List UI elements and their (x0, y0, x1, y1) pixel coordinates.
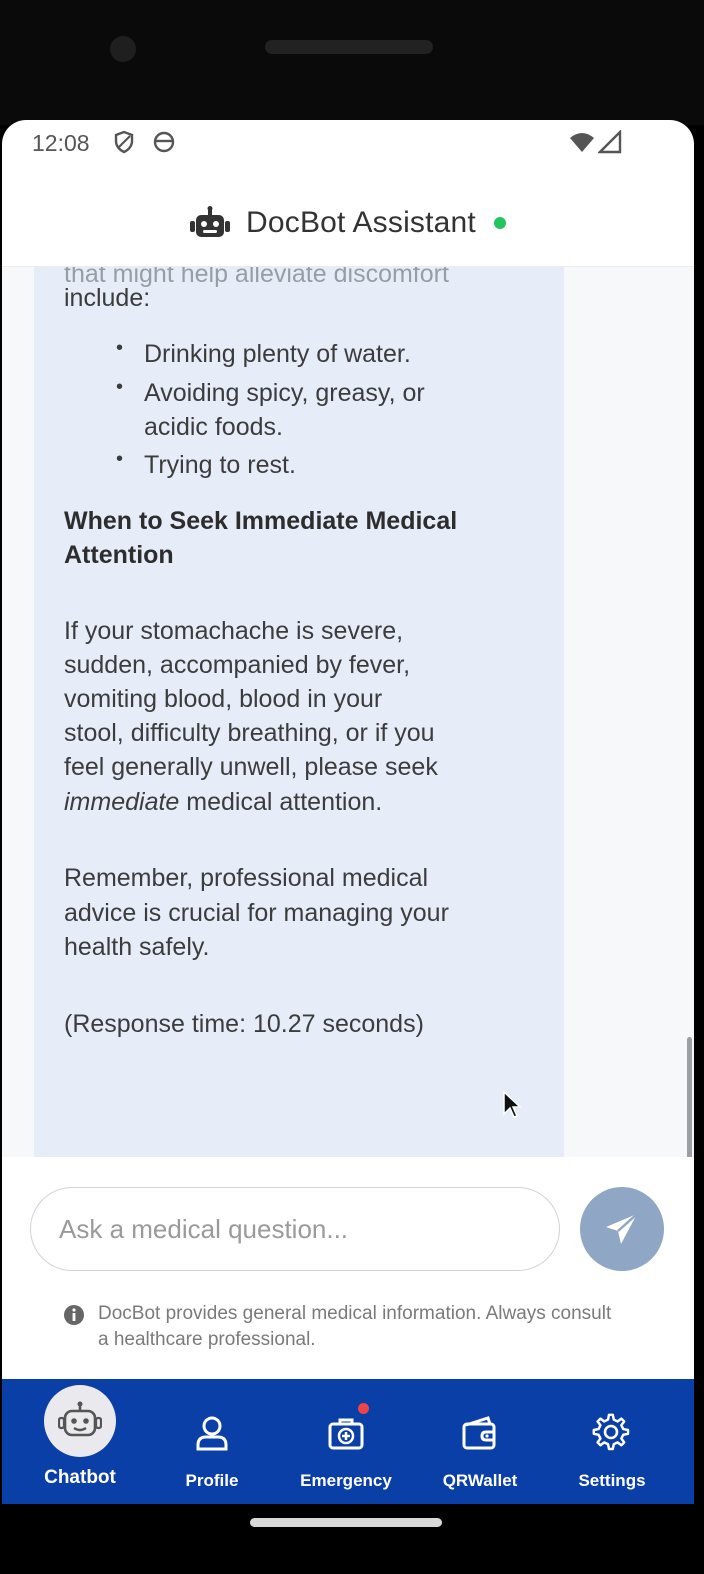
notification-badge (358, 1403, 369, 1414)
nav-chatbot[interactable]: Chatbot (20, 1379, 140, 1504)
nav-label: Emergency (300, 1471, 392, 1490)
robot-icon (190, 206, 230, 237)
privacy-icon (153, 131, 175, 153)
status-bar: 12:08 (2, 120, 694, 164)
paragraph-line: sudden, accompanied by fever, (64, 651, 411, 679)
user-icon (196, 1416, 228, 1451)
scrollbar-thumb[interactable] (687, 1037, 692, 1157)
nav-label: Settings (578, 1471, 646, 1490)
info-icon (64, 1305, 84, 1325)
online-status-dot (493, 217, 506, 229)
bullet-dot: • (116, 337, 124, 359)
phone-screen: 12:08 DocBot Assistant that might help a… (2, 120, 694, 1504)
list-item: Avoiding spicy, greasy, or (144, 379, 425, 407)
nav-profile[interactable]: Profile (152, 1379, 272, 1504)
bullet-dot: • (116, 448, 124, 470)
bullet-dot: • (116, 376, 124, 398)
list-item: Drinking plenty of water. (144, 340, 411, 368)
device-bezel (0, 0, 704, 125)
paragraph-line: health safely. (64, 933, 210, 961)
paragraph-text: medical attention. (179, 788, 383, 816)
question-input[interactable] (30, 1187, 560, 1271)
nav-label: QRWallet (442, 1471, 518, 1490)
paragraph-line: immediate medical attention. (64, 785, 382, 819)
mouse-cursor-icon (503, 1090, 522, 1118)
nav-emergency[interactable]: Emergency (286, 1379, 406, 1504)
nav-label: Profile (185, 1471, 239, 1490)
nav-settings[interactable]: Settings (552, 1379, 672, 1504)
disclaimer-text: DocBot provides general medical informat… (98, 1303, 612, 1350)
active-indicator (44, 1385, 116, 1457)
nav-qrwallet[interactable]: QRWallet (420, 1379, 540, 1504)
section-heading: When to Seek Immediate Medical (64, 507, 458, 535)
list-item-continued: acidic foods. (144, 413, 283, 441)
nav-label: Chatbot (44, 1467, 116, 1488)
message-text: include: (64, 284, 151, 312)
app-header: DocBot Assistant (2, 180, 694, 267)
paragraph-line: If your stomachache is severe, (64, 617, 404, 645)
front-camera (110, 36, 136, 62)
first-aid-kit-icon (328, 1418, 364, 1450)
gear-icon (592, 1413, 630, 1451)
status-time: 12:08 (32, 130, 90, 156)
paragraph-line: stool, difficulty breathing, or if you (64, 719, 435, 747)
robot-icon (58, 1401, 102, 1437)
list-item: Trying to rest. (144, 451, 296, 479)
send-icon (606, 1213, 638, 1244)
page-title: DocBot Assistant (246, 206, 476, 239)
composer: DocBot provides general medical informat… (2, 1157, 694, 1379)
shield-icon (114, 130, 134, 154)
emphasis-text: immediate (64, 788, 180, 816)
paragraph-line: vomiting blood, blood in your (64, 685, 383, 713)
disclaimer: DocBot provides general medical informat… (64, 1301, 624, 1353)
signal-icon (598, 130, 622, 154)
paragraph-line: advice is crucial for managing your (64, 899, 449, 927)
bot-message-bubble: that might help alleviate discomfort inc… (34, 267, 564, 1157)
earpiece-speaker (265, 40, 433, 54)
section-heading: Attention (64, 541, 174, 569)
chat-messages[interactable]: that might help alleviate discomfort inc… (2, 267, 694, 1157)
send-button[interactable] (580, 1187, 664, 1271)
wallet-icon (462, 1416, 496, 1450)
wifi-icon (570, 133, 594, 152)
paragraph-line: feel generally unwell, please seek (64, 753, 438, 781)
response-time: (Response time: 10.27 seconds) (64, 1010, 424, 1038)
home-indicator[interactable] (250, 1518, 442, 1527)
bottom-navigation: Chatbot Profile Emergency QRWallet Setti… (2, 1379, 694, 1504)
paragraph-line: Remember, professional medical (64, 864, 429, 892)
